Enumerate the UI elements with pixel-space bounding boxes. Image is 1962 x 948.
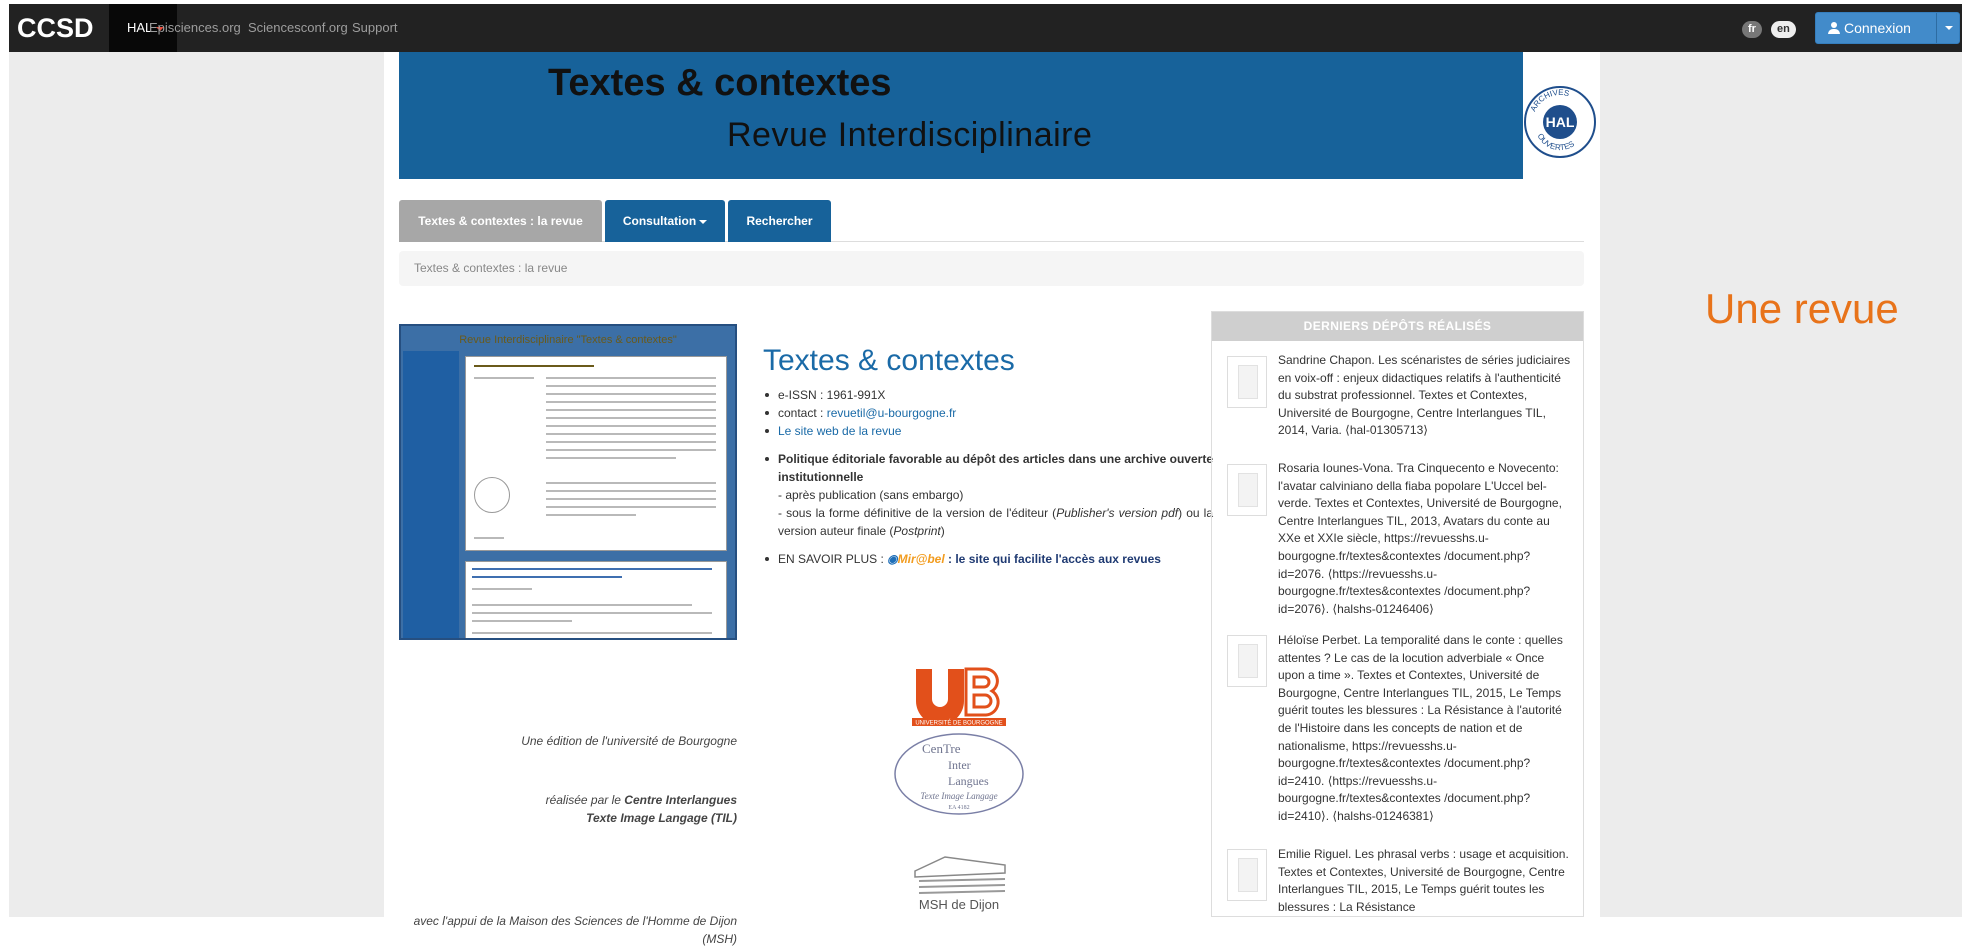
tab-la-revue[interactable]: Textes & contextes : la revue [399,200,602,242]
journal-website-screenshot[interactable]: Revue Interdisciplinaire "Textes & conte… [399,324,737,640]
svg-text:HAL: HAL [1546,114,1575,130]
chevron-down-icon [699,219,708,224]
banner-subtitle: Revue Interdisciplinaire [727,116,1093,154]
nav-link-sciencesconf[interactable]: Sciencesconf.org [248,4,348,52]
credit-realisee-til: Texte Image Langage (TIL) [586,811,737,825]
mirabel-logo-mark: ◉ [887,552,898,566]
login-label: Connexion [1844,20,1911,36]
til-line-4: Texte Image Langage [920,791,997,801]
ccsd-logo[interactable]: CCSD [17,12,103,44]
credit-realisee-prefix: réalisée par le [545,793,625,807]
thumbnail-content-box [465,356,727,551]
universite-bourgogne-logo[interactable]: UNIVERSITÉ DE BOURGOGNE [910,663,1008,731]
document-thumbnail-icon[interactable] [1227,356,1267,408]
browser-page: CCSD HAL Episciences.org Sciencesconf.or… [0,0,1962,946]
mirabel-logo[interactable]: ◉Mir@bel [887,552,945,566]
deposit-citation: Héloïse Perbet. La temporalité dans le c… [1278,633,1563,823]
contact-prefix: contact : [778,406,827,420]
journal-info: Textes & contextes e-ISSN : 1961-991X co… [763,344,1213,568]
deposit-citation: Emilie Riguel. Les phrasal verbs : usage… [1278,847,1569,914]
msh-dijon-logo[interactable]: MSH de Dijon [905,853,1013,915]
breadcrumb: Textes & contextes : la revue [399,251,1584,286]
credit-edition: Une édition de l'université de Bourgogne [521,734,737,748]
thumbnail-summary-box [465,561,727,638]
credit-realisee: réalisée par le Centre Interlangues Text… [399,791,737,827]
deposit-citation: Rosaria Iounes-Vona. Tra Cinquecento e N… [1278,461,1562,616]
top-navbar: CCSD HAL Episciences.org Sciencesconf.or… [9,4,1962,52]
hal-archives-ouvertes-logo[interactable]: HAL ARCHIVES OUVERTES [1523,85,1597,159]
policy-postprint: Postprint [893,524,941,538]
policy-list: Politique éditoriale favorable au dépôt … [763,450,1213,540]
banner-title: Textes & contextes [548,62,892,104]
document-thumbnail-icon[interactable] [1227,635,1267,687]
til-line-1: CenTre [922,741,961,756]
lang-en-button[interactable]: en [1771,21,1796,38]
document-thumbnail-icon[interactable] [1227,849,1267,901]
journal-banner: Textes & contextes Revue Interdisciplina… [399,52,1523,179]
overlay-caption: Une revue [1705,285,1899,332]
policy-version-text: - sous la forme définitive de la version… [778,506,1057,520]
credit-appui: avec l'appui de la Maison des Sciences d… [413,914,737,946]
contact-email-link[interactable]: revuetil@u-bourgogne.fr [827,406,957,420]
journal-website-link[interactable]: Le site web de la revue [778,424,901,438]
nav-link-episciences[interactable]: Episciences.org [149,4,241,52]
thumbnail-title: Revue Interdisciplinaire "Textes & conte… [459,334,677,346]
journal-tabs: Textes & contextes : la revue Consultati… [399,200,1584,242]
login-button[interactable]: Connexion [1828,13,1911,43]
more-prefix: EN SAVOIR PLUS : [778,552,888,566]
website-line: Le site web de la revue [763,422,1213,440]
credit-realisee-centre: Centre Interlangues [624,793,737,807]
mirabel-description: : le site qui facilite l'accès aux revue… [944,552,1161,566]
policy-item: Politique éditoriale favorable au dépôt … [763,450,1213,540]
login-button-group: Connexion [1815,12,1960,44]
thumbnail-sidebar [403,351,459,638]
user-icon [1828,22,1840,34]
deposit-citation: Sandrine Chapon. Les scénaristes de séri… [1278,353,1571,438]
tab-rechercher[interactable]: Rechercher [728,200,831,242]
til-code: EA 4182 [948,805,969,811]
til-line-3: Langues [948,774,989,788]
main-content: Textes & contextes Revue Interdisciplina… [384,52,1600,946]
ub-caption: UNIVERSITÉ DE BOURGOGNE [915,720,1002,727]
recent-deposits-heading: DERNIERS DÉPÔTS RÉALISÉS [1212,312,1583,341]
recent-deposits-panel: DERNIERS DÉPÔTS RÉALISÉS Sandrine Chapon… [1211,311,1584,917]
policy-publisher-version: Publisher's version pdf [1056,506,1179,520]
policy-version-text-3: ) [940,524,945,538]
more-list: EN SAVOIR PLUS : ◉Mir@bel : le site qui … [763,550,1213,568]
issn: e-ISSN : 1961-991X [763,386,1213,404]
document-thumbnail-icon[interactable] [1227,464,1267,516]
til-line-2: Inter [948,758,971,772]
policy-after-publication: - après publication (sans embargo) [778,488,964,502]
tab-consultation-label: Consultation [622,214,697,228]
journal-meta-list: e-ISSN : 1961-991X contact : revuetil@u-… [763,386,1213,440]
lang-fr-button[interactable]: fr [1742,21,1762,38]
journal-title: Textes & contextes [763,344,1015,377]
more-item: EN SAVOIR PLUS : ◉Mir@bel : le site qui … [763,550,1213,568]
policy-heading: Politique éditoriale favorable au dépôt … [778,452,1213,484]
msh-caption: MSH de Dijon [919,897,999,912]
nav-link-support[interactable]: Support [352,4,398,52]
login-dropdown-toggle[interactable] [1936,13,1960,43]
mirabel-logo-text: Mir@bel [897,552,945,566]
tab-consultation[interactable]: Consultation [605,200,725,242]
contact-line: contact : revuetil@u-bourgogne.fr [763,404,1213,422]
chevron-down-icon [1945,26,1953,30]
centre-interlangues-logo[interactable]: CenTre Inter Langues Texte Image Langage… [892,731,1026,817]
